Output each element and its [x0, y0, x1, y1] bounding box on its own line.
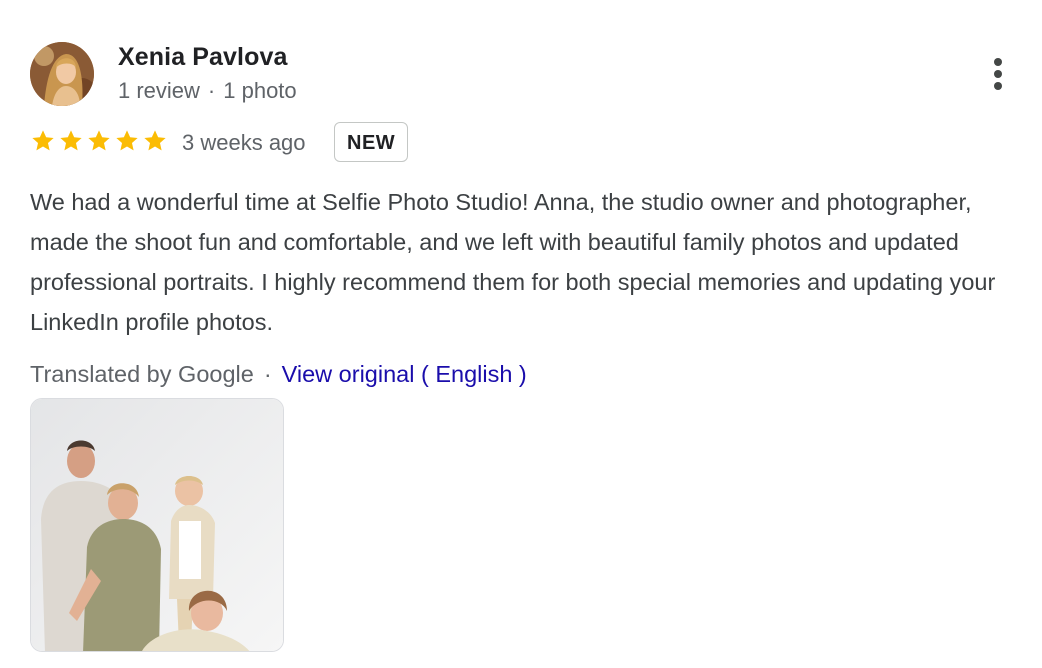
- review-count: 1 review: [118, 78, 200, 103]
- translation-row: Translated by Google · View original ( Eng…: [30, 358, 1020, 390]
- star-icon: [86, 128, 112, 156]
- more-vert-dot: [994, 70, 1002, 78]
- star-icon: [114, 128, 140, 156]
- reviewer-name[interactable]: Xenia Pavlova: [118, 43, 287, 72]
- translation-separator: ·: [263, 361, 272, 387]
- star-rating: [30, 128, 168, 156]
- meta-separator: ·: [207, 78, 216, 103]
- reviewer-meta: 1 review · 1 photo: [118, 78, 297, 104]
- more-vert-dot: [994, 82, 1002, 90]
- review-photo[interactable]: [30, 398, 284, 652]
- review-header: Xenia Pavlova 1 review · 1 photo: [30, 40, 1020, 108]
- reviewer-avatar[interactable]: [30, 42, 94, 106]
- more-options-button[interactable]: [984, 54, 1012, 94]
- translated-by-label: Translated by Google: [30, 361, 254, 387]
- star-icon: [30, 128, 56, 156]
- more-vert-icon: [994, 58, 1002, 66]
- review-text: We had a wonderful time at Selfie Photo …: [30, 189, 996, 335]
- rating-row: 3 weeks ago NEW: [30, 122, 1020, 166]
- review-card: Xenia Pavlova 1 review · 1 photo 3 weeks a…: [30, 40, 1020, 390]
- new-badge: NEW: [334, 122, 409, 162]
- review-time: 3 weeks ago: [182, 130, 306, 155]
- star-icon: [58, 128, 84, 156]
- photo-count: 1 photo: [223, 78, 297, 103]
- view-original-link[interactable]: View original ( English ): [282, 361, 527, 387]
- star-icon: [142, 128, 168, 156]
